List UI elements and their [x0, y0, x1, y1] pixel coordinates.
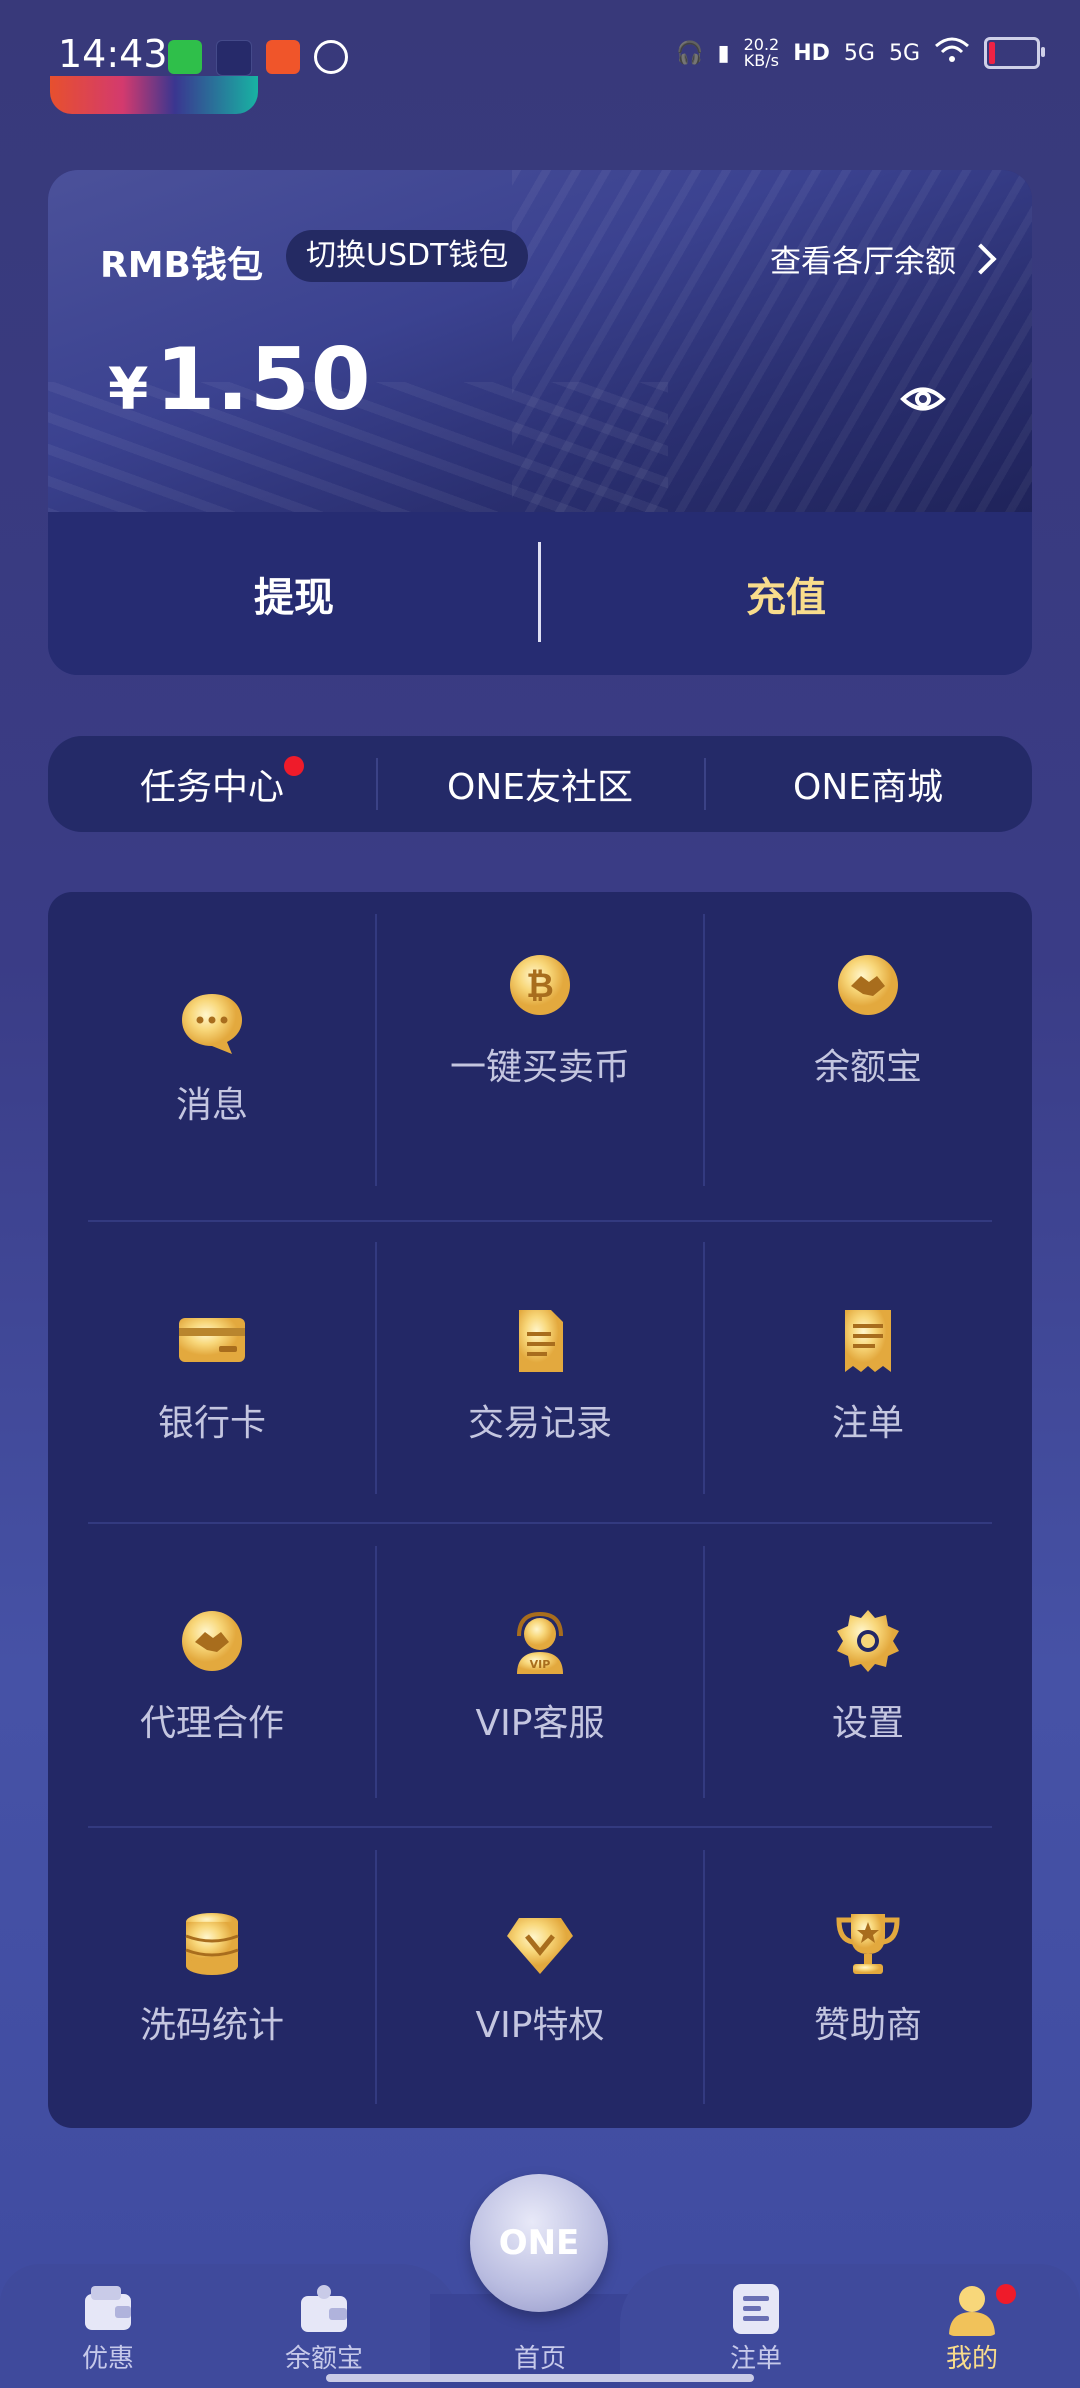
wallet-icon	[85, 2286, 131, 2330]
gear-icon	[837, 1610, 899, 1672]
handshake-icon	[838, 955, 898, 1015]
grid-item-transactions[interactable]: 交易记录	[376, 1306, 704, 1446]
bank-card-icon	[179, 1318, 245, 1362]
nav-label: 我的	[945, 2344, 998, 2374]
battery-icon	[984, 37, 1045, 69]
user-icon	[949, 2286, 995, 2336]
wifi-icon	[934, 36, 970, 70]
mall-label: ONE商城	[792, 767, 943, 808]
bitcoin-icon: ₿	[510, 955, 570, 1015]
grid-item-label: 赞助商	[813, 2005, 922, 2046]
grid-item-settings[interactable]: 设置	[704, 1606, 1032, 1746]
receipt-icon	[845, 1310, 891, 1372]
quick-links: 任务中心 ONE友社区 ONE商城	[48, 736, 1032, 832]
eye-icon[interactable]	[900, 376, 946, 422]
grid-item-label: 一键买卖币	[449, 1047, 630, 1088]
grid-item-bank-card[interactable]: 银行卡	[48, 1306, 376, 1446]
avatar-banner	[50, 76, 258, 114]
app-notification-icon	[168, 40, 202, 74]
nav-label: 注单	[729, 2344, 782, 2374]
system-icons: 🎧 ▮ 20.2 KB/s HD 5G 5G	[676, 35, 1045, 70]
grid-item-label: 银行卡	[157, 1403, 266, 1444]
status-time: 14:43	[58, 32, 168, 76]
wallet-header: RMB钱包 切换USDT钱包 查看各厅余额 ¥1.50	[48, 170, 1032, 512]
grid-item-rebate-stats[interactable]: 洗码统计	[48, 1908, 376, 2048]
vibrate-icon: ▮	[717, 40, 730, 66]
purse-icon	[301, 2285, 347, 2332]
grid-item-label: 交易记录	[467, 1403, 612, 1444]
grid-item-agent[interactable]: 代理合作	[48, 1606, 376, 1746]
chat-bubble-icon	[182, 994, 242, 1054]
app-notification-icon	[216, 40, 252, 76]
grid-item-balance-treasure[interactable]: 余额宝	[704, 950, 1032, 1090]
nav-label: 首页	[513, 2344, 566, 2374]
grid-item-label: VIP客服	[475, 1703, 605, 1744]
grid-item-messages[interactable]: 消息	[48, 988, 376, 1128]
grid-divider	[88, 1522, 992, 1524]
withdraw-button[interactable]: 提现	[48, 512, 540, 675]
home-logo-button[interactable]: ONE	[470, 2174, 608, 2312]
nav-label: 优惠	[81, 2344, 134, 2374]
nav-label: 余额宝	[284, 2344, 363, 2374]
deposit-button[interactable]: 充值	[540, 512, 1032, 675]
grid-item-label: 代理合作	[139, 1703, 284, 1744]
list-icon	[733, 2284, 779, 2334]
grid-item-bet-slips[interactable]: 注单	[704, 1306, 1032, 1446]
mall-link[interactable]: ONE商城	[704, 736, 1032, 832]
hd-icon: HD	[793, 40, 830, 66]
vip-support-icon: VIP	[517, 1611, 563, 1674]
home-indicator[interactable]	[326, 2374, 754, 2382]
app-notification-icon	[314, 40, 348, 74]
wallet-card: RMB钱包 切换USDT钱包 查看各厅余额 ¥1.50 提现 充值	[48, 170, 1032, 675]
task-center-label: 任务中心	[139, 767, 284, 808]
grid-item-label: VIP特权	[475, 2005, 605, 2046]
grid-item-vip-privileges[interactable]: VIP特权	[376, 1908, 704, 2048]
grid-divider	[88, 1826, 992, 1828]
switch-wallet-button[interactable]: 切换USDT钱包	[286, 230, 529, 282]
nav-promotions[interactable]: 优惠	[0, 2264, 216, 2388]
notification-dot	[284, 756, 304, 776]
grid-item-label: 余额宝	[813, 1047, 922, 1088]
view-balances-link[interactable]: 查看各厅余额	[770, 236, 997, 281]
app-notification-icon	[266, 40, 300, 74]
grid-item-label: 消息	[175, 1085, 248, 1126]
grid-item-buy-sell-coin[interactable]: ₿ 一键买卖币	[376, 950, 704, 1090]
nav-profile[interactable]: 我的	[864, 2264, 1080, 2388]
chevron-right-icon	[965, 242, 997, 275]
grid-item-label: 洗码统计	[139, 2005, 284, 2046]
svg-text:VIP: VIP	[530, 1658, 551, 1671]
grid-item-vip-support[interactable]: VIP VIP客服	[376, 1606, 704, 1746]
document-icon	[519, 1310, 563, 1372]
wallet-divider	[538, 542, 541, 642]
view-balances-label: 查看各厅余额	[770, 244, 956, 280]
balance-amount: 1.50	[155, 330, 372, 430]
grid-item-label: 注单	[831, 1403, 904, 1444]
handshake-icon	[182, 1611, 242, 1671]
notification-dot	[996, 2284, 1016, 2304]
nav-bet-slips[interactable]: 注单	[648, 2264, 864, 2388]
grid-divider	[88, 1220, 992, 1222]
headphones-icon: 🎧	[676, 40, 704, 66]
home-logo-icon: ONE	[498, 2223, 580, 2263]
community-link[interactable]: ONE友社区	[376, 736, 704, 832]
diamond-icon	[507, 1918, 573, 1974]
notification-icons	[168, 40, 348, 76]
currency-symbol: ¥	[108, 355, 150, 423]
feature-grid: 消息 ₿ 一键买卖币 余额宝 银行卡 交易记录 注单 代理合作 VIP VIP客…	[48, 892, 1032, 2128]
grid-item-label: 设置	[831, 1703, 904, 1744]
signal-5g-icon: 5G	[888, 40, 920, 66]
signal-5g-icon: 5G	[843, 40, 875, 66]
wallet-title: RMB钱包	[100, 245, 263, 286]
community-label: ONE友社区	[446, 767, 633, 808]
trophy-icon	[836, 1914, 900, 1974]
wallet-balance: ¥1.50	[108, 330, 372, 430]
svg-text:₿: ₿	[526, 966, 554, 1006]
nav-balance-treasure[interactable]: 余额宝	[216, 2264, 432, 2388]
coin-stack-icon	[185, 1913, 239, 1975]
net-speed: 20.2 KB/s	[743, 35, 780, 70]
grid-item-sponsors[interactable]: 赞助商	[704, 1908, 1032, 2048]
task-center-link[interactable]: 任务中心	[48, 736, 376, 832]
